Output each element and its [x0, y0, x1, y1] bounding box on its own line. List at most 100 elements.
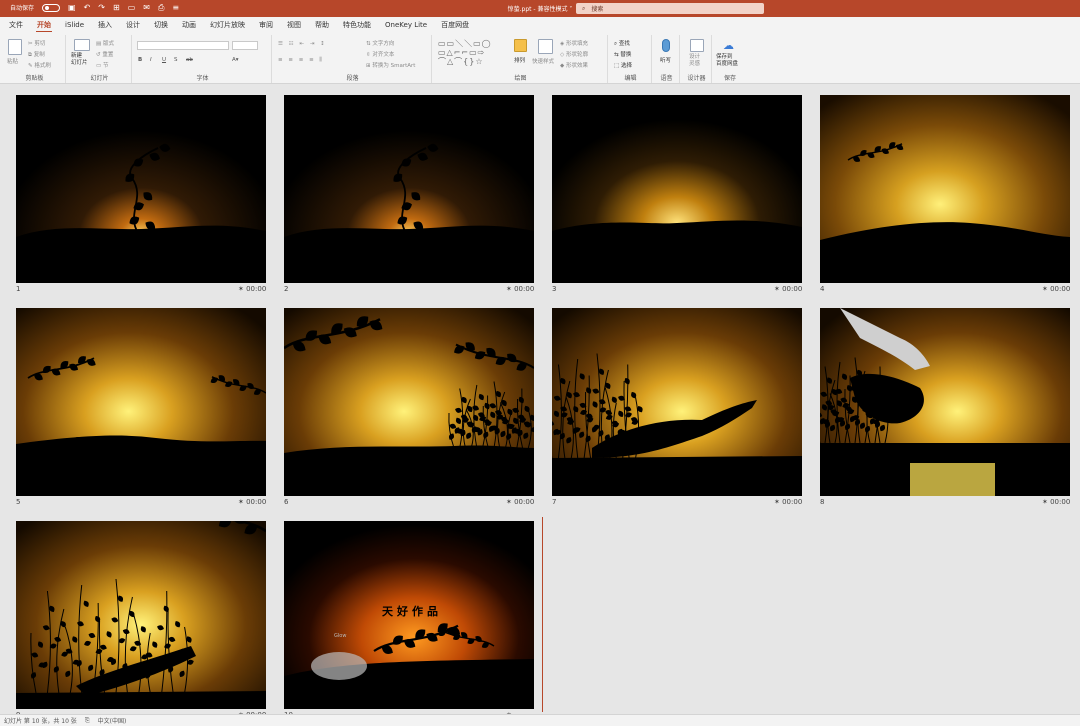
slide-thumbnail-4[interactable]	[820, 95, 1070, 283]
find-button[interactable]: ⌕ 查找	[614, 39, 630, 48]
status-bar: 幻灯片 第 10 张，共 10 张 ⎘ 中文(中国)	[0, 714, 1080, 726]
slide-artwork	[16, 521, 266, 709]
insertion-cursor	[542, 517, 543, 712]
tab-9[interactable]: 视图	[286, 20, 302, 30]
document-title: 惊蛰.ppt - 兼容性模式 ˅	[507, 6, 573, 13]
slide-time: 00:00	[782, 285, 803, 293]
shape-effects-button[interactable]: ◆ 形状效果	[560, 61, 588, 69]
tab-3[interactable]: 插入	[97, 20, 113, 30]
copy-button[interactable]: ⧉ 复制	[28, 50, 45, 59]
clipboard-group-label: 剪贴板	[25, 75, 44, 82]
tab-10[interactable]: 帮助	[314, 20, 330, 30]
design-ideas-button[interactable]: 设计 灵感	[689, 54, 700, 68]
slide-time: 00:00	[514, 498, 535, 506]
tab-4[interactable]: 设计	[125, 20, 141, 30]
paste-label[interactable]: 粘贴	[7, 57, 18, 65]
slide-artwork	[284, 95, 534, 283]
format-painter-button[interactable]: ✎ 格式刷	[28, 61, 51, 69]
slide-artwork	[16, 308, 266, 496]
slide-thumbnail-5[interactable]	[16, 308, 266, 496]
editing-group-label: 编辑	[624, 75, 637, 82]
shape-outline-button[interactable]: ◇ 形状轮廓	[560, 50, 588, 58]
slide-thumbnail-6[interactable]	[284, 308, 534, 496]
slide-timing: ✶ 00:00	[774, 285, 802, 293]
new-slide-button[interactable]: 新建 幻灯片	[71, 53, 88, 67]
title-bar: 自动保存 ▣ ↶ ↷ ⊞ ▭ ✉ ⎙ ≡ 惊蛰.ppt - 兼容性模式 ˅ ⌕ …	[0, 0, 1080, 17]
text-direction-button[interactable]: ⇅ 文字方向	[366, 39, 394, 47]
shapes-gallery[interactable]: ▭▭＼＼▭◯ ▭△⌐⌐▭⇨ ⌒△⌒{}☆	[438, 39, 492, 66]
ribbon-tabs: 文件 开始 iSlide 插入 设计 切换 动画 幻灯片放映 审阅 视图 帮助 特色功能 OneKey …	[0, 17, 1080, 33]
replace-button[interactable]: ⇆ 替换	[614, 50, 631, 58]
tab-12[interactable]: OneKey Lite	[384, 21, 428, 29]
design-ideas-icon[interactable]	[690, 39, 704, 52]
tab-2[interactable]: iSlide	[64, 21, 85, 29]
spellcheck-icon[interactable]: ⎘	[85, 717, 90, 725]
slide-count: 幻灯片 第 10 张，共 10 张	[4, 718, 77, 725]
bold-button[interactable]: B	[138, 57, 142, 63]
font-name-combo[interactable]	[137, 41, 229, 50]
language[interactable]: 中文(中国)	[98, 716, 127, 725]
microphone-icon[interactable]	[662, 39, 670, 52]
save-to-baidu-button[interactable]: 保存到 百度网盘	[716, 54, 738, 68]
dictate-button[interactable]: 听写	[660, 56, 671, 64]
cloud-icon[interactable]: ☁	[723, 39, 734, 52]
tab-1[interactable]: 开始	[36, 20, 52, 33]
slide-time: 00:00	[246, 498, 267, 506]
shape-fill-button[interactable]: ◈ 形状填充	[560, 39, 588, 47]
slide-caption: 天好作品	[382, 605, 442, 618]
select-button[interactable]: ⬚ 选择	[614, 61, 632, 69]
tab-11[interactable]: 特色功能	[342, 20, 372, 30]
list-icons[interactable]: ☰ ☷ ⇤ ⇥ ↕	[278, 41, 327, 47]
search-box[interactable]: ⌕ 搜索	[576, 3, 764, 14]
cut-button[interactable]: ✂ 剪切	[28, 39, 45, 47]
tab-8[interactable]: 审阅	[258, 20, 274, 30]
slide-small-text: Glow	[334, 633, 347, 639]
slide-timing: ✶ 00:00	[1042, 285, 1070, 293]
slide-thumbnail-9[interactable]	[16, 521, 266, 709]
slide-thumbnail-1[interactable]	[16, 95, 266, 283]
quick-styles-button[interactable]: 快速样式	[532, 57, 554, 65]
font-size-combo[interactable]	[232, 41, 258, 50]
layout-button[interactable]: ▤ 版式	[96, 39, 114, 47]
section-button[interactable]: ▭ 节	[96, 61, 108, 69]
align-text-button[interactable]: ⇳ 对齐文本	[366, 50, 394, 58]
group-voice: 听写 语音	[654, 35, 680, 83]
search-placeholder: 搜索	[591, 6, 604, 13]
new-slide-icon[interactable]	[74, 39, 90, 51]
font-color-icon[interactable]: A▾	[232, 57, 239, 63]
slide-timing: ✶ 00:00	[238, 285, 266, 293]
align-icons[interactable]: ≡ ≡ ≡ ≡ ⫼	[278, 57, 324, 64]
tab-6[interactable]: 动画	[181, 20, 197, 30]
slide-thumbnail-2[interactable]	[284, 95, 534, 283]
search-icon: ⌕	[582, 4, 586, 12]
slide-artwork	[16, 95, 266, 283]
slide-number: 5	[16, 498, 21, 506]
arrange-button[interactable]: 排列	[514, 56, 525, 64]
reset-button[interactable]: ↺ 重置	[96, 50, 113, 58]
shadow-button[interactable]: S	[174, 57, 178, 63]
slide-thumbnail-10[interactable]: 天好作品 Glow	[284, 521, 534, 709]
save-group-label: 保存	[723, 75, 736, 82]
paste-icon[interactable]	[8, 39, 22, 55]
slide-timing: ✶ 00:00	[1042, 498, 1070, 506]
tab-7[interactable]: 幻灯片放映	[209, 20, 246, 30]
italic-button[interactable]: I	[150, 57, 152, 63]
slide-artwork	[284, 308, 534, 496]
underline-button[interactable]: U	[162, 57, 166, 63]
designer-group-label: 设计器	[687, 75, 706, 82]
group-slides: 新建 幻灯片 ▤ 版式 ↺ 重置 ▭ 节 幻灯片	[68, 35, 132, 83]
slide-thumbnail-7[interactable]	[552, 308, 802, 496]
slide-number: 2	[284, 285, 289, 293]
arrange-icon[interactable]	[514, 39, 527, 52]
tab-5[interactable]: 切换	[153, 20, 169, 30]
smartart-button[interactable]: ⊞ 转换为 SmartArt	[366, 61, 415, 69]
slide-thumbnail-8[interactable]	[820, 308, 1070, 496]
slide-artwork	[820, 95, 1070, 283]
quick-styles-icon[interactable]	[538, 39, 553, 54]
transition-icon: ✶	[506, 285, 515, 293]
slide-thumbnail-3[interactable]	[552, 95, 802, 283]
tab-0[interactable]: 文件	[8, 20, 24, 30]
tab-13[interactable]: 百度网盘	[440, 20, 470, 30]
strikethrough-button[interactable]: ab	[186, 57, 193, 63]
transition-icon: ✶	[1042, 498, 1051, 506]
